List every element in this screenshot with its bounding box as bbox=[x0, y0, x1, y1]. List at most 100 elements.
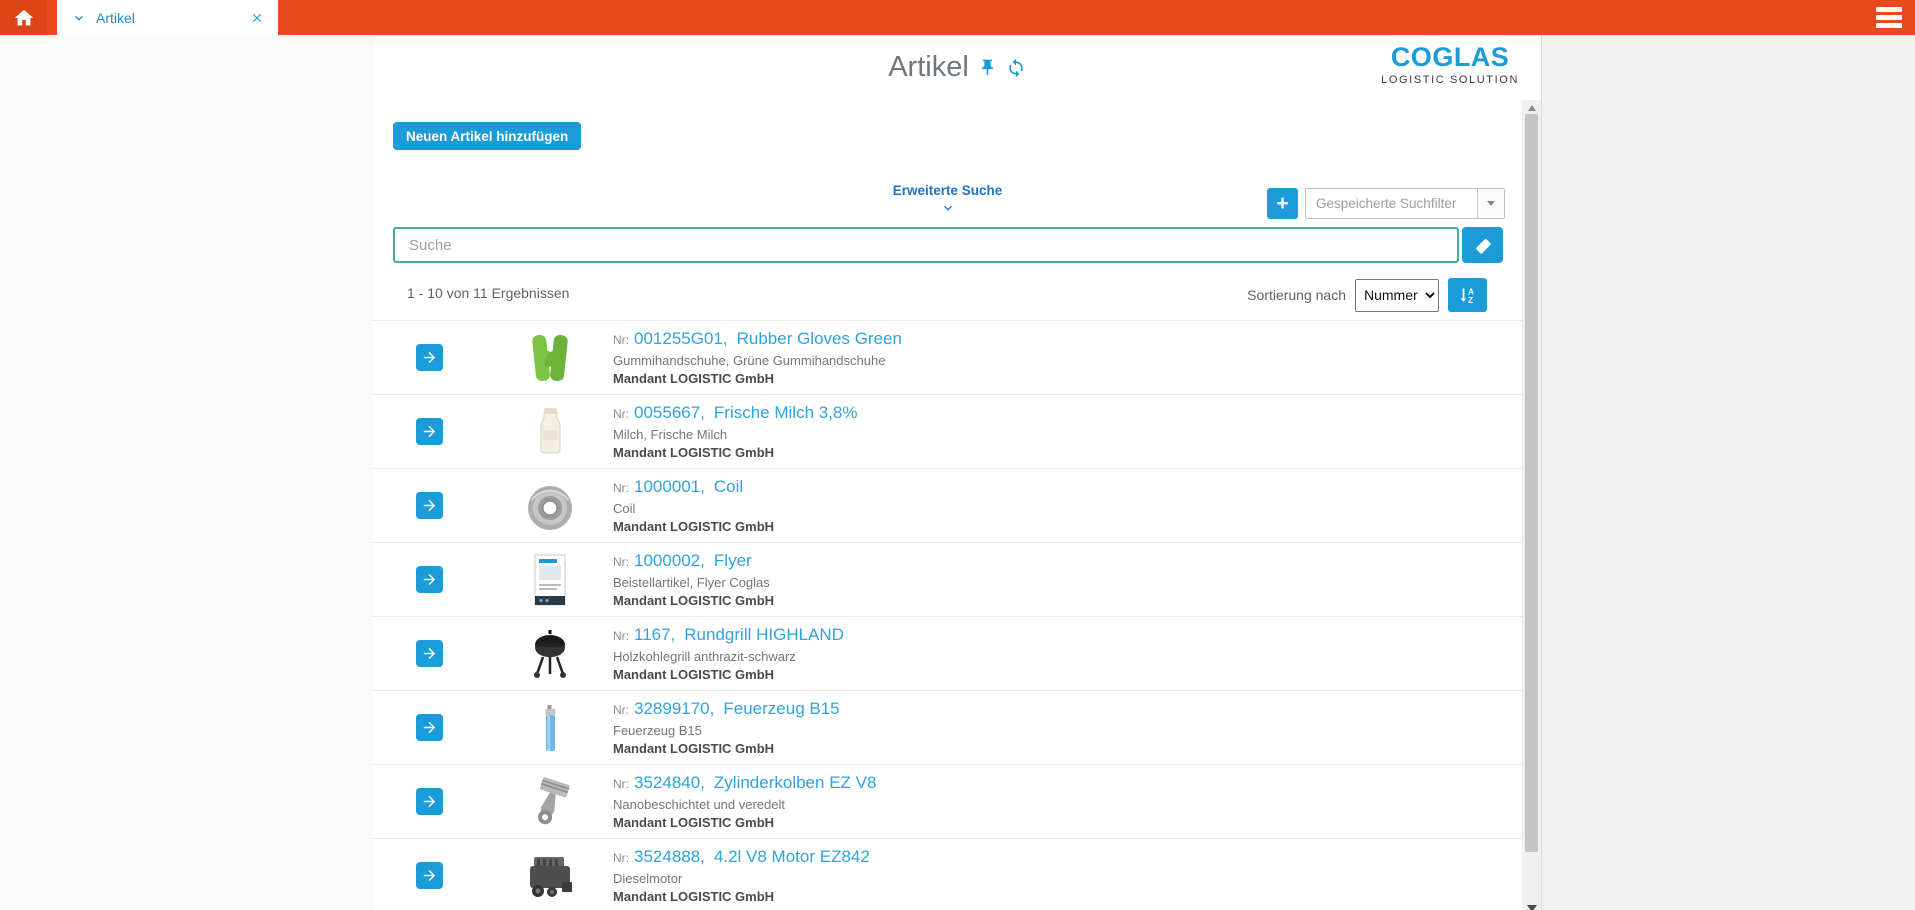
sort-select[interactable]: Nummer bbox=[1355, 279, 1439, 312]
topbar: Artikel bbox=[0, 0, 1915, 35]
article-name-link[interactable]: Frische Milch 3,8% bbox=[714, 403, 858, 423]
tab-label: Artikel bbox=[96, 10, 135, 26]
nr-label: Nr: bbox=[613, 851, 629, 865]
nr-label: Nr: bbox=[613, 333, 629, 347]
coil-image bbox=[522, 478, 578, 534]
sort-direction-button[interactable]: A Z bbox=[1448, 278, 1487, 312]
open-article-button[interactable] bbox=[416, 344, 443, 371]
panel-header: Artikel bbox=[373, 35, 1541, 100]
sort-alpha-desc-icon: A Z bbox=[1458, 285, 1478, 305]
arrow-right-icon bbox=[421, 793, 438, 810]
scroll-up-icon[interactable] bbox=[1528, 105, 1536, 111]
scrollbar-thumb[interactable] bbox=[1525, 114, 1538, 852]
article-mandant: Mandant LOGISTIC GmbH bbox=[613, 593, 774, 608]
nr-label: Nr: bbox=[613, 407, 629, 421]
article-info: Nr: 001255G01, Rubber Gloves Green Gummi… bbox=[613, 329, 902, 386]
main-panel: Artikel COGLAS LOGISTIC SOLUTION Neuen A… bbox=[373, 35, 1541, 910]
home-icon bbox=[13, 7, 35, 29]
open-article-button[interactable] bbox=[416, 862, 443, 889]
article-row: Nr: 001255G01, Rubber Gloves Green Gummi… bbox=[373, 320, 1522, 394]
article-description: Gummihandschuhe, Grüne Gummihandschuhe bbox=[613, 353, 902, 368]
article-number-link[interactable]: 1000001, bbox=[634, 477, 705, 497]
arrow-right-icon bbox=[421, 497, 438, 514]
article-name-link[interactable]: Rubber Gloves Green bbox=[737, 329, 902, 349]
arrow-right-icon bbox=[421, 645, 438, 662]
article-number-link[interactable]: 3524840, bbox=[634, 773, 705, 793]
article-row: Nr: 1000001, Coil Coil Mandant LOGISTIC … bbox=[373, 468, 1522, 542]
logo-name: COGLAS bbox=[1381, 44, 1519, 71]
pin-icon[interactable] bbox=[978, 58, 997, 77]
scroll-down-icon[interactable] bbox=[1527, 905, 1537, 910]
grill-image bbox=[522, 626, 578, 682]
eraser-icon bbox=[1473, 235, 1493, 255]
nr-label: Nr: bbox=[613, 481, 629, 495]
article-name-link[interactable]: Flyer bbox=[714, 551, 752, 571]
article-info: Nr: 32899170, Feuerzeug B15 Feuerzeug B1… bbox=[613, 699, 840, 756]
article-row: Nr: 1167, Rundgrill HIGHLAND Holzkohlegr… bbox=[373, 616, 1522, 690]
article-name-link[interactable]: 4.2l V8 Motor EZ842 bbox=[714, 847, 870, 867]
lighter-image bbox=[522, 700, 578, 756]
arrow-right-icon bbox=[421, 349, 438, 366]
search-input[interactable] bbox=[393, 227, 1459, 263]
tab-artikel[interactable]: Artikel bbox=[57, 0, 278, 35]
article-description: Coil bbox=[613, 501, 774, 516]
nr-label: Nr: bbox=[613, 629, 629, 643]
nr-label: Nr: bbox=[613, 703, 629, 717]
article-mandant: Mandant LOGISTIC GmbH bbox=[613, 445, 858, 460]
chevron-down-icon[interactable] bbox=[71, 10, 87, 26]
sort-label: Sortierung nach bbox=[1247, 287, 1346, 303]
arrow-right-icon bbox=[421, 719, 438, 736]
open-article-button[interactable] bbox=[416, 640, 443, 667]
article-number-link[interactable]: 32899170, bbox=[634, 699, 714, 719]
article-name-link[interactable]: Coil bbox=[714, 477, 743, 497]
arrow-right-icon bbox=[421, 867, 438, 884]
scroll-viewport: Neuen Artikel hinzufügen Erweiterte Such… bbox=[373, 100, 1522, 910]
open-article-button[interactable] bbox=[416, 788, 443, 815]
dropdown-caret-icon[interactable] bbox=[1477, 189, 1504, 218]
article-info: Nr: 3524888, 4.2l V8 Motor EZ842 Dieselm… bbox=[613, 847, 870, 904]
refresh-icon[interactable] bbox=[1006, 58, 1026, 78]
article-description: Nanobeschichtet und veredelt bbox=[613, 797, 876, 812]
menu-icon[interactable] bbox=[1876, 7, 1902, 28]
logo-tagline: LOGISTIC SOLUTION bbox=[1381, 74, 1519, 86]
flyer-image bbox=[522, 552, 578, 608]
close-icon[interactable] bbox=[250, 11, 264, 25]
rubber-gloves-image bbox=[522, 330, 578, 386]
article-number-link[interactable]: 1167, bbox=[634, 625, 675, 645]
piston-image bbox=[522, 774, 578, 830]
article-info: Nr: 0055667, Frische Milch 3,8% Milch, F… bbox=[613, 403, 858, 460]
add-article-button[interactable]: Neuen Artikel hinzufügen bbox=[393, 122, 581, 150]
article-name-link[interactable]: Rundgrill HIGHLAND bbox=[684, 625, 844, 645]
article-row: Nr: 3524840, Zylinderkolben EZ V8 Nanobe… bbox=[373, 764, 1522, 838]
article-number-link[interactable]: 3524888, bbox=[634, 847, 705, 867]
chevron-down-icon bbox=[940, 200, 956, 216]
article-info: Nr: 1167, Rundgrill HIGHLAND Holzkohlegr… bbox=[613, 625, 844, 682]
results-summary: 1 - 10 von 11 Ergebnissen bbox=[407, 285, 569, 301]
open-article-button[interactable] bbox=[416, 492, 443, 519]
milk-bottle-image bbox=[522, 404, 578, 460]
article-row: Nr: 0055667, Frische Milch 3,8% Milch, F… bbox=[373, 394, 1522, 468]
article-mandant: Mandant LOGISTIC GmbH bbox=[613, 667, 844, 682]
article-mandant: Mandant LOGISTIC GmbH bbox=[613, 741, 840, 756]
coglas-logo: COGLAS LOGISTIC SOLUTION bbox=[1381, 44, 1519, 86]
article-number-link[interactable]: 1000002, bbox=[634, 551, 705, 571]
article-row: Nr: 32899170, Feuerzeug B15 Feuerzeug B1… bbox=[373, 690, 1522, 764]
home-button[interactable] bbox=[0, 0, 47, 35]
clear-search-button[interactable] bbox=[1462, 227, 1503, 263]
open-article-button[interactable] bbox=[416, 714, 443, 741]
article-description: Beistellartikel, Flyer Coglas bbox=[613, 575, 774, 590]
engine-image bbox=[522, 848, 578, 904]
article-name-link[interactable]: Feuerzeug B15 bbox=[723, 699, 839, 719]
add-filter-button[interactable]: + bbox=[1267, 188, 1298, 219]
article-info: Nr: 1000002, Flyer Beistellartikel, Flye… bbox=[613, 551, 774, 608]
open-article-button[interactable] bbox=[416, 418, 443, 445]
article-number-link[interactable]: 001255G01, bbox=[634, 329, 728, 349]
vertical-scrollbar[interactable] bbox=[1522, 100, 1541, 910]
article-name-link[interactable]: Zylinderkolben EZ V8 bbox=[714, 773, 877, 793]
open-article-button[interactable] bbox=[416, 566, 443, 593]
arrow-right-icon bbox=[421, 571, 438, 588]
article-number-link[interactable]: 0055667, bbox=[634, 403, 705, 423]
article-info: Nr: 3524840, Zylinderkolben EZ V8 Nanobe… bbox=[613, 773, 876, 830]
article-description: Dieselmotor bbox=[613, 871, 870, 886]
saved-filter-dropdown[interactable]: Gespeicherte Suchfilter bbox=[1305, 188, 1505, 219]
